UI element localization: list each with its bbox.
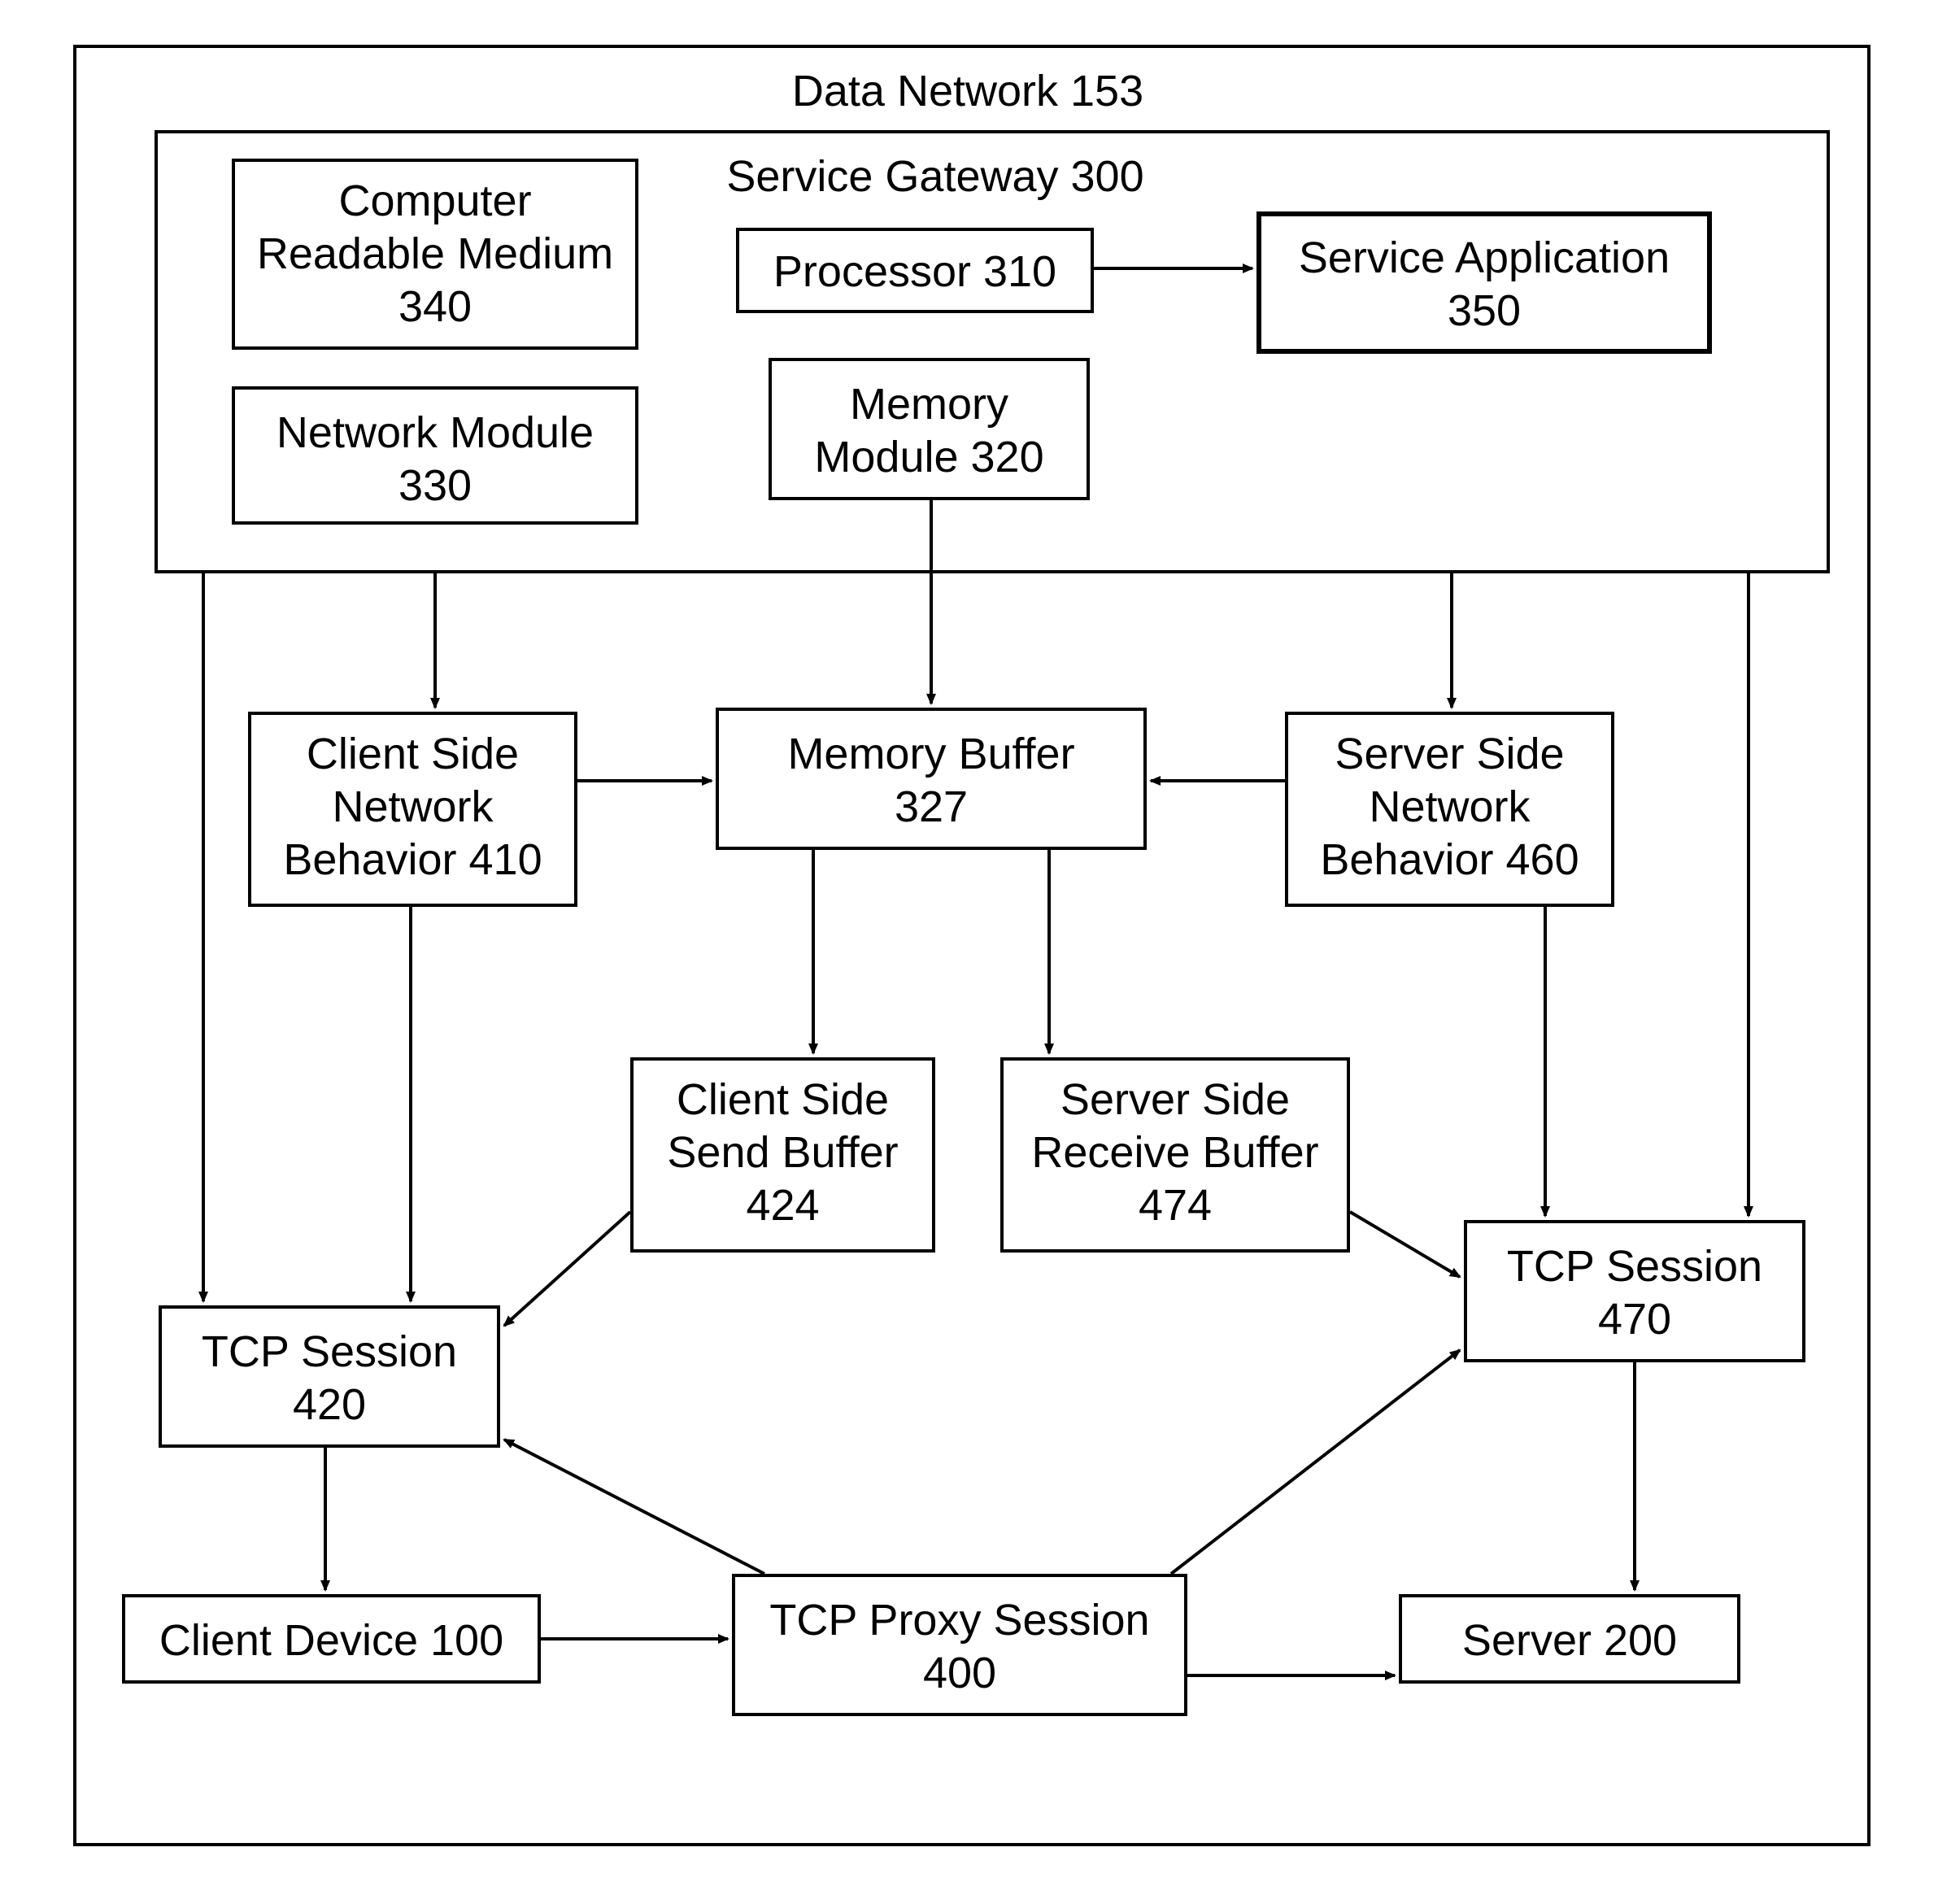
csendbuf-l3: 424: [630, 1179, 935, 1232]
clientbeh-l1: Client Side: [248, 728, 577, 781]
srecvbuf-l2: Receive Buffer: [1000, 1126, 1350, 1179]
svcapp-l1: Service Application: [1256, 232, 1712, 285]
clientbeh-l3: Behavior 410: [248, 834, 577, 887]
crm-l2: Readable Medium: [232, 228, 638, 281]
tcp470-l1: TCP Session: [1464, 1240, 1805, 1293]
membuf-l1: Memory Buffer: [716, 728, 1147, 781]
data-network-title: Data Network 153: [683, 65, 1252, 118]
tcp420-l1: TCP Session: [159, 1326, 500, 1379]
memmod-l1: Memory: [769, 378, 1090, 431]
proxy-l2: 400: [732, 1647, 1187, 1700]
netmod-l1: Network Module: [232, 407, 638, 460]
crm-l3: 340: [232, 281, 638, 333]
csendbuf-l2: Send Buffer: [630, 1126, 935, 1179]
diagram-canvas: Data Network 153 Service Gateway 300 Com…: [0, 0, 1938, 1904]
service-gateway-title: Service Gateway 300: [651, 150, 1220, 203]
client-l1: Client Device 100: [122, 1614, 541, 1667]
svcapp-l2: 350: [1256, 285, 1712, 338]
processor-l1: Processor 310: [736, 246, 1094, 298]
clientbeh-l2: Network: [248, 781, 577, 834]
srecvbuf-l1: Server Side: [1000, 1074, 1350, 1126]
serverbeh-l3: Behavior 460: [1285, 834, 1614, 887]
serverbeh-l1: Server Side: [1285, 728, 1614, 781]
memmod-l2: Module 320: [769, 431, 1090, 484]
server-l1: Server 200: [1399, 1614, 1740, 1667]
serverbeh-l2: Network: [1285, 781, 1614, 834]
srecvbuf-l3: 474: [1000, 1179, 1350, 1232]
crm-l1: Computer: [232, 175, 638, 228]
tcp420-l2: 420: [159, 1379, 500, 1431]
netmod-l2: 330: [232, 460, 638, 512]
tcp470-l2: 470: [1464, 1293, 1805, 1346]
csendbuf-l1: Client Side: [630, 1074, 935, 1126]
proxy-l1: TCP Proxy Session: [732, 1594, 1187, 1647]
membuf-l2: 327: [716, 781, 1147, 834]
